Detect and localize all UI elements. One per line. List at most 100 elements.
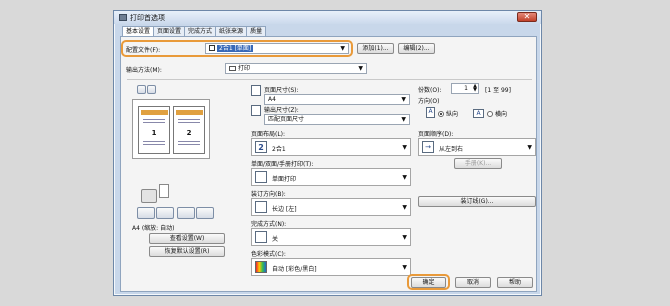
single-sided-icon — [255, 171, 267, 183]
print-preferences-dialog: 打印首选项 ✕ 基本设置 页面设置 完成方式 纸张来源 质量 配置文件(F): … — [113, 10, 542, 296]
restore-defaults-button[interactable]: 恢复默认设置(R) — [149, 246, 225, 257]
chevron-down-icon: ▼ — [402, 144, 407, 151]
finishing-label: 完成方式(N): — [251, 221, 287, 228]
color-mode-icon — [255, 261, 267, 273]
preview-line — [178, 141, 200, 142]
radio-dot — [487, 111, 493, 117]
binding-long-edge-icon — [255, 201, 267, 213]
radio-dot — [438, 111, 444, 117]
page-size-icon — [251, 85, 261, 96]
output-method-label: 输出方法(M): — [126, 67, 162, 74]
copies-range: [1 至 99] — [485, 87, 511, 94]
left-to-right-icon: → — [422, 141, 434, 153]
binding-value: 长边 [左] — [272, 206, 297, 213]
close-button[interactable]: ✕ — [517, 12, 537, 22]
color-mode-label: 色彩模式(C): — [251, 251, 286, 258]
spin-arrows-icon[interactable]: ▲ ▼ — [473, 84, 477, 93]
color-mode-value: 自动 [彩色/黑白] — [272, 266, 317, 273]
profile-combo[interactable]: 2合1 [单面] ▼ — [205, 43, 349, 54]
title-bar: 打印首选项 ✕ — [114, 11, 541, 24]
output-size-label: 输出尺寸(Z): — [264, 107, 299, 114]
printer-view-icon[interactable] — [147, 85, 156, 94]
booklet-button[interactable]: 手册(K)... — [454, 158, 502, 169]
preview-line — [178, 144, 200, 145]
page-order-value: 从左到右 — [439, 146, 464, 153]
punch-icon[interactable] — [156, 207, 174, 219]
layout-preview: 1 2 — [132, 99, 210, 159]
page-size-label: 页面尺寸(S): — [264, 87, 299, 94]
page-layout-value: 2合1 — [272, 146, 286, 153]
view-settings-button[interactable]: 查看设置(W) — [149, 233, 225, 244]
copies-value: 1 — [464, 85, 468, 92]
output-size-combo[interactable]: 匹配页面尺寸 ▼ — [264, 114, 410, 125]
preview-mode-icon[interactable] — [137, 85, 146, 94]
page-size-combo[interactable]: A4 ▼ — [264, 94, 410, 105]
edit-profile-button[interactable]: 编辑(2)... — [398, 43, 435, 54]
landscape-radio[interactable]: 横向 — [487, 109, 507, 118]
chevron-down-icon: ▼ — [527, 144, 532, 151]
copies-label: 份数(O): — [418, 87, 442, 94]
portrait-radio[interactable]: 纵向 — [438, 109, 458, 118]
basic-settings-panel: 配置文件(F): 2合1 [单面] ▼ 添加(1)... 编辑(2)... 输出… — [120, 36, 537, 292]
help-button[interactable]: 帮助 — [497, 277, 533, 288]
copies-stepper[interactable]: 1 ▲ ▼ — [451, 83, 479, 94]
binding-combo[interactable]: 长边 [左] ▼ — [251, 198, 411, 216]
profile-label: 配置文件(F): — [126, 47, 161, 54]
portrait-icon: A — [426, 107, 435, 118]
preview-line — [143, 141, 165, 142]
preview-page-2: 2 — [173, 106, 205, 154]
landscape-label: 横向 — [495, 111, 508, 118]
page-layout-combo[interactable]: 2 2合1 ▼ — [251, 138, 411, 156]
cancel-button[interactable]: 取消 — [455, 277, 491, 288]
output-method-combo[interactable]: 打印 ▼ — [225, 63, 367, 74]
duplex-combo[interactable]: 单面打印 ▼ — [251, 168, 411, 186]
booklet-icon[interactable] — [177, 207, 195, 219]
paper-stack-icon — [159, 184, 169, 198]
ok-button[interactable]: 确定 — [411, 277, 446, 288]
duplex-value: 单面打印 — [272, 176, 297, 183]
chevron-down-icon: ▼ — [401, 96, 406, 103]
staple-icon[interactable] — [137, 207, 155, 219]
profile-value: 2合1 [单面] — [217, 45, 254, 52]
printer-icon — [119, 14, 127, 21]
color-mode-combo[interactable]: 自动 [彩色/黑白] ▼ — [251, 258, 411, 276]
page-layout-label: 页面布局(L): — [251, 131, 286, 138]
tab-paper-source[interactable]: 纸张来源 — [215, 26, 248, 36]
chevron-down-icon: ▼ — [358, 65, 363, 72]
chevron-down-icon: ▼ — [402, 234, 407, 241]
divider — [127, 79, 532, 80]
preview-line — [143, 119, 165, 120]
chevron-down-icon: ▼ — [402, 204, 407, 211]
chevron-down-icon: ▼ — [402, 174, 407, 181]
printer-small-icon — [229, 66, 236, 71]
tab-finishing[interactable]: 完成方式 — [184, 26, 217, 36]
finishing-off-icon — [255, 231, 267, 243]
preview-status: A4 (缩放: 自动) — [132, 225, 175, 232]
orientation-label: 方向(O) — [418, 98, 440, 105]
preview-line — [143, 122, 165, 123]
preview-page-header — [176, 110, 203, 115]
tab-page-setup[interactable]: 页面设置 — [153, 26, 186, 36]
preview-line — [178, 119, 200, 120]
finishing-value: 关 — [272, 236, 279, 243]
profile-icon — [209, 45, 215, 51]
page-order-label: 页面顺序(D): — [418, 131, 454, 138]
finishing-combo[interactable]: 关 ▼ — [251, 228, 411, 246]
output-size-value: 匹配页面尺寸 — [268, 116, 305, 123]
landscape-icon: A — [473, 109, 484, 118]
output-size-icon — [251, 105, 261, 116]
gutter-button[interactable]: 装订线(G)... — [418, 196, 536, 207]
page-order-combo[interactable]: → 从左到右 ▼ — [418, 138, 536, 156]
portrait-label: 纵向 — [446, 111, 459, 118]
chevron-down-icon: ▼ — [340, 45, 345, 52]
preview-page-number: 1 — [151, 129, 157, 137]
fold-icon[interactable] — [196, 207, 214, 219]
preview-page-header — [141, 110, 168, 115]
duplex-label: 单面/双面/手册打印(T): — [251, 161, 314, 168]
binding-label: 装订方向(B): — [251, 191, 286, 198]
page-size-value: A4 — [268, 96, 276, 103]
tab-bar: 基本设置 页面设置 完成方式 纸张来源 质量 — [122, 26, 267, 37]
preview-line — [178, 122, 200, 123]
tab-quality[interactable]: 质量 — [246, 26, 267, 36]
add-profile-button[interactable]: 添加(1)... — [357, 43, 394, 54]
